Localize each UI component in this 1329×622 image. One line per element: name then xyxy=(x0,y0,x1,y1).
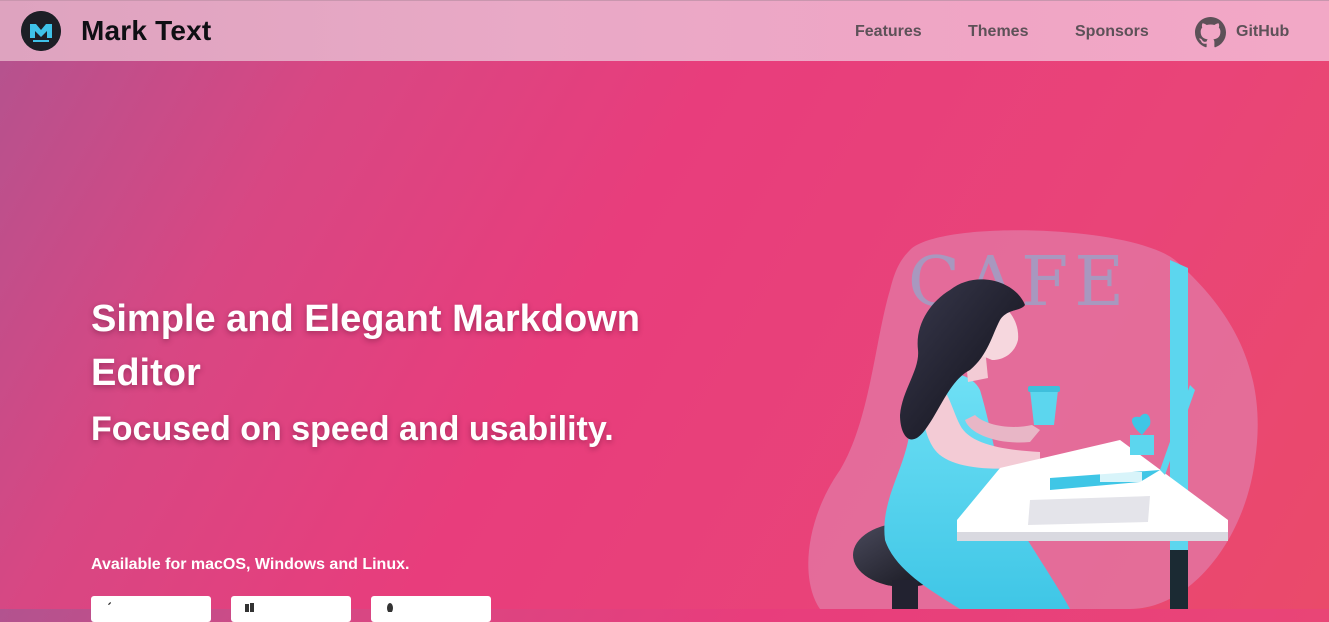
mark-text-logo-icon[interactable] xyxy=(21,11,61,51)
hero-subtitle: Focused on speed and usability. xyxy=(91,410,614,448)
nav-sponsors-link[interactable]: Sponsors xyxy=(1075,23,1149,41)
linux-icon xyxy=(387,603,393,612)
hero-title: Simple and Elegant Markdown Editor xyxy=(91,298,640,394)
github-icon[interactable] xyxy=(1195,17,1226,48)
download-windows-button[interactable] xyxy=(231,596,351,622)
apple-icon xyxy=(108,602,111,605)
windows-icon xyxy=(245,603,254,612)
download-macos-button[interactable] xyxy=(91,596,211,622)
nav-themes-link[interactable]: Themes xyxy=(968,23,1028,41)
download-linux-button[interactable] xyxy=(371,596,491,622)
nav-features-link[interactable]: Features xyxy=(855,23,922,41)
availability-text: Available for macOS, Windows and Linux. xyxy=(91,556,410,573)
brand-name[interactable]: Mark Text xyxy=(81,15,211,47)
top-navigation-bar: Mark Text Features Themes Sponsors GitHu… xyxy=(0,0,1329,61)
nav-github-link[interactable]: GitHub xyxy=(1236,23,1289,41)
woman-at-cafe-illustration: CAFE xyxy=(808,230,1258,609)
